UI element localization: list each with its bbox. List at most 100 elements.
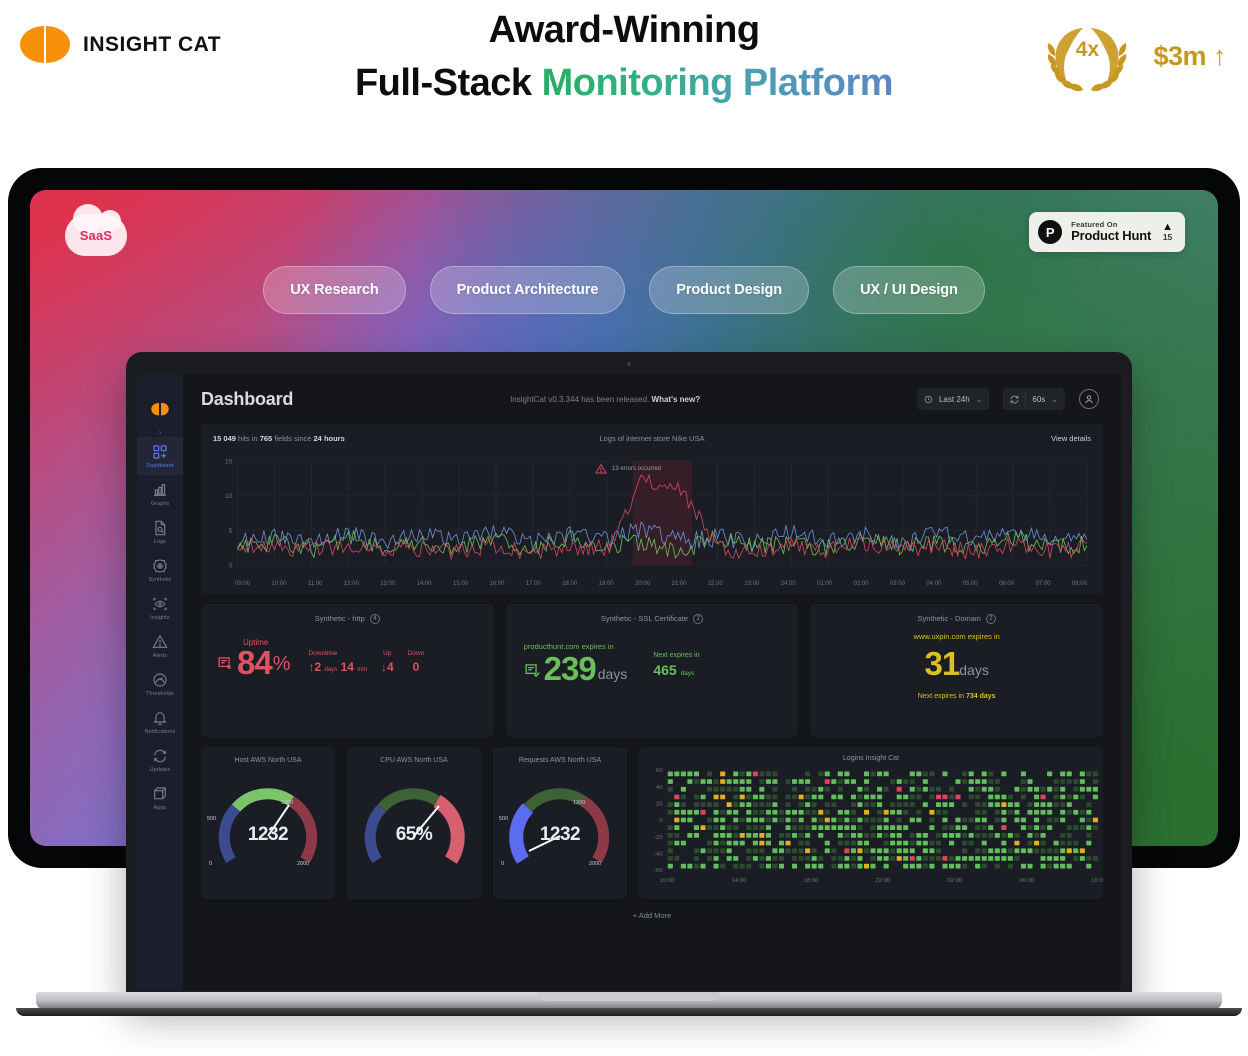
logs-x-tick: 06:00 <box>999 581 1015 587</box>
uptime-unit: % <box>272 653 291 676</box>
svg-text:-40: -40 <box>654 852 663 858</box>
logs-x-tick: 16:00 <box>489 581 505 587</box>
ssl-next-number: 465 <box>653 662 677 679</box>
warning-triangle-icon <box>595 463 607 474</box>
ssl-next-label: Next expires in <box>653 652 700 660</box>
svg-text:0: 0 <box>229 563 233 570</box>
product-hunt-badge[interactable]: P Featured On Product Hunt ▲ 15 <box>1029 212 1185 252</box>
logs-x-tick: 21:00 <box>671 581 687 587</box>
up-count: 4 <box>386 660 394 675</box>
gauge-icon <box>153 673 167 687</box>
sidebar-item-insights[interactable]: Insights <box>137 589 183 627</box>
list-x-icon <box>218 657 231 670</box>
sidebar-item-graphs[interactable]: Graphs <box>137 475 183 513</box>
svg-text:10:00: 10:00 <box>1091 878 1103 884</box>
gauge-host-body: 1232 500 1200 0 2000 <box>201 768 335 880</box>
logs-x-tick: 11:00 <box>307 581 323 587</box>
product-hunt-upvote[interactable]: ▲ 15 <box>1162 222 1173 242</box>
logs-x-tick: 23:00 <box>744 581 760 587</box>
service-pill-ux-research[interactable]: UX Research <box>263 266 406 314</box>
logs-x-tick: 13:00 <box>380 581 396 587</box>
sidebar-item-alerts[interactable]: Alerts <box>137 627 183 665</box>
sidebar-label-graphs: Graphs <box>150 501 170 507</box>
app-topbar: Dashboard InsightCat v0.3.344 has been r… <box>183 374 1121 424</box>
logs-line-chart[interactable]: 15 10 5 0 13 errors occurred 09:00 10:00 11:0… <box>213 447 1091 587</box>
product-hunt-upvote-count: 15 <box>1162 232 1173 243</box>
sidebar-item-updates[interactable]: Updates <box>137 741 183 779</box>
laptop-foot <box>16 1008 1242 1016</box>
sidebar-item-notifications[interactable]: Notifications <box>137 703 183 741</box>
downtime-days: 2 <box>314 660 322 675</box>
user-circle-icon[interactable] <box>1079 389 1099 409</box>
logs-x-tick: 15:00 <box>453 581 469 587</box>
sidebar-label-logs: Logs <box>153 539 167 545</box>
add-more-button[interactable]: + Add More <box>201 911 1103 920</box>
gauge-cpu-body: 65% <box>347 768 481 880</box>
logs-x-tick: 02:00 <box>853 581 869 587</box>
domain-next-value: 734 days <box>966 693 996 701</box>
svg-text:10: 10 <box>225 493 233 500</box>
downtime-min: 14 <box>340 660 354 675</box>
svg-text:0: 0 <box>659 818 662 824</box>
heatmap-plot[interactable]: 60 40 20 0 -20 -40 -60 10:00 14:00 18:00 22:00 02:0… <box>639 762 1106 890</box>
svg-text:15: 15 <box>225 459 233 466</box>
sidebar-item-thresholds[interactable]: Thresholds <box>137 665 183 703</box>
downtime-value: ↑2 days 14 min <box>309 660 367 674</box>
view-details-link[interactable]: View details <box>801 434 1091 443</box>
ssl-next-value: 465 days <box>653 662 699 678</box>
refresh-interval-selector[interactable]: 60s ⌄ <box>1003 388 1065 410</box>
logs-field-count: 765 <box>259 434 273 443</box>
gauge-host-label-1200: 1200 <box>281 800 294 806</box>
sidebar-label-insights: Insights <box>150 615 170 621</box>
up-value: ↓4 <box>381 660 394 674</box>
domain-expiry-unit: days <box>959 662 989 679</box>
logs-x-tick: 19:00 <box>598 581 614 587</box>
sidebar-label-alerts: Alerts <box>152 653 168 659</box>
logs-panel-header: 15 049 hits in 765 fields since 24 hours… <box>213 434 1091 443</box>
warning-triangle-icon <box>152 634 168 648</box>
sidebar-label-apps: Apps <box>153 805 167 811</box>
sidebar-item-dashboard[interactable]: Dashboard <box>137 437 183 475</box>
heatmap-title: Logins Insight Cat <box>842 755 900 762</box>
document-check-icon <box>525 664 540 678</box>
gauge-card-requests: Requests AWS North USA 1232 500 1200 0 2… <box>493 747 627 899</box>
logs-x-axis: 09:00 10:00 11:00 12:00 13:00 14:00 15:00 16:00… <box>235 581 1087 587</box>
uptime-value: 84 <box>237 644 273 682</box>
gauge-requests-label-0: 0 <box>501 861 505 867</box>
svg-text:40: 40 <box>656 785 663 791</box>
logs-stat-text-2: fields since <box>272 434 314 443</box>
sidebar-logo-icon[interactable] <box>137 392 183 426</box>
bar-chart-icon <box>154 484 166 496</box>
laptop-device-frame: › Dashboard Graphs Logs Synthetic Insigh… <box>16 352 1242 1016</box>
saas-cloud-badge: SaaS <box>65 204 127 256</box>
laurel-wreath-icon: 4x <box>1039 18 1135 94</box>
whats-new-link[interactable]: What's new? <box>652 395 701 404</box>
sidebar-item-apps[interactable]: Apps <box>137 779 183 817</box>
gauge-requests-value: 1232 <box>539 824 581 845</box>
sidebar-item-synthetic[interactable]: Synthetic <box>137 551 183 589</box>
svg-text:-60: -60 <box>654 868 663 874</box>
up-label: Up <box>383 650 392 658</box>
metrics-row: Host AWS North USA 1232 500 1200 0 2000 … <box>201 747 1106 899</box>
sidebar-collapse-chevron-right-icon[interactable]: › <box>137 427 183 437</box>
release-banner: InsightCat v0.3.344 has been released. W… <box>307 395 903 404</box>
time-range-selector[interactable]: Last 24h ⌄ <box>916 388 990 410</box>
logs-panel: 15 049 hits in 765 fields since 24 hours… <box>201 424 1103 594</box>
service-pill-ux-ui-design[interactable]: UX / UI Design <box>833 266 985 314</box>
synthetic-domain-title-label: Synthetic - Domain <box>917 614 981 623</box>
app-window: › Dashboard Graphs Logs Synthetic Insigh… <box>137 374 1121 990</box>
product-hunt-logo-icon: P <box>1038 220 1063 244</box>
gauge-requests-body: 1232 500 1200 0 2000 <box>493 768 627 880</box>
bell-icon <box>153 712 167 726</box>
gear-eye-icon <box>152 559 168 573</box>
logs-x-tick: 22:00 <box>707 581 723 587</box>
sidebar-item-logs[interactable]: Logs <box>137 513 183 551</box>
refresh-interval-value: 60s <box>1032 394 1046 404</box>
headline-line-2-plain: Full-Stack <box>354 62 542 104</box>
sidebar-label-thresholds: Thresholds <box>146 691 174 697</box>
synthetic-http-card: Synthetic - http 4 Uptime 84 % Downtime … <box>201 604 494 737</box>
service-pill-product-design[interactable]: Product Design <box>649 266 810 314</box>
service-pill-product-architecture[interactable]: Product Architecture <box>429 266 626 314</box>
logs-stat-text-1: hits in <box>235 434 260 443</box>
logs-x-tick: 18:00 <box>562 581 578 587</box>
